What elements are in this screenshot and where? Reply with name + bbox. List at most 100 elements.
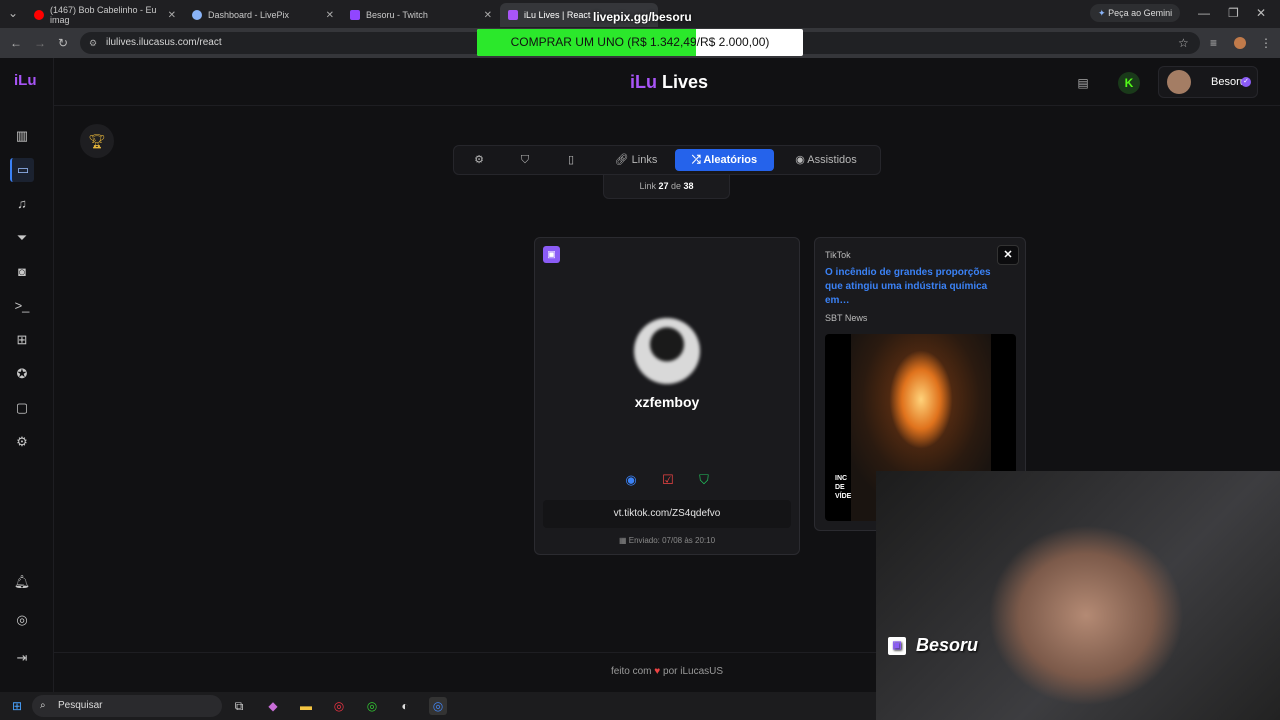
overlay-url: livepix.gg/besoru xyxy=(593,10,692,24)
minimize-icon[interactable]: — xyxy=(1198,5,1210,21)
browser-tab-youtube[interactable]: (1467) Bob Cabelinho - Eu imag ✕ xyxy=(26,3,184,27)
avatar xyxy=(634,318,700,384)
help-icon[interactable]: ◎ xyxy=(10,608,34,632)
tab-aleatorios-label: Aleatórios xyxy=(703,154,758,166)
twitch-favicon-icon xyxy=(350,10,360,20)
award-icon[interactable]: ✪ xyxy=(10,362,34,386)
tab-settings-gear-icon[interactable]: ⚙ xyxy=(468,149,490,171)
tab-links-label: Links xyxy=(631,154,658,166)
taskbar-search[interactable]: ⌕ Pesquisar xyxy=(32,695,222,717)
brand-logo: iLu Lives xyxy=(630,72,708,93)
webcam-name: ▣ Besoru xyxy=(888,635,978,656)
browser-tab-twitch[interactable]: Besoru - Twitch ✕ xyxy=(342,3,500,27)
tab-tablet-icon[interactable]: ▯ xyxy=(560,149,582,171)
file-explorer-icon[interactable]: ▬ xyxy=(297,697,315,715)
globe-favicon-icon xyxy=(192,10,202,20)
link-card: ▣ xzfemboy ◉ ☑ ⛉ vt.tiktok.com/ZS4qdefvo… xyxy=(534,237,800,555)
check-square-icon[interactable]: ☑ xyxy=(658,470,678,490)
counter-current: 27 xyxy=(658,181,669,191)
kick-icon[interactable]: K xyxy=(1118,72,1140,94)
avatar xyxy=(1167,70,1191,94)
obs-icon[interactable]: ◐ xyxy=(396,697,414,715)
chrome-icon[interactable]: ◎ xyxy=(363,697,381,715)
media-icon[interactable]: ≡ xyxy=(1210,35,1217,51)
profile-avatar-icon[interactable] xyxy=(1234,37,1246,49)
donation-goal-bar: COMPRAR UM UNO (R$ 1.342,49/R$ 2.000,00) xyxy=(477,29,803,56)
verified-badge-icon: ✓ xyxy=(1241,77,1251,87)
calendar-icon: ▦ xyxy=(618,536,627,545)
twitch-icon: ▣ xyxy=(543,246,560,263)
tab-shield-icon[interactable]: ⛉ xyxy=(514,149,536,171)
chrome-icon[interactable]: ◎ xyxy=(330,697,348,715)
brand-lives: Lives xyxy=(662,72,709,92)
user-menu[interactable]: Besoru ✓ xyxy=(1158,66,1258,98)
gift-icon[interactable]: ⊞ xyxy=(10,328,34,352)
copilot-icon[interactable]: ◆ xyxy=(264,697,282,715)
counter-total: 38 xyxy=(683,181,694,191)
video-caption: INC DE VÍDE xyxy=(835,475,852,500)
taskbar-search-label: Pesquisar xyxy=(58,700,103,711)
site-info-icon[interactable]: ⚙ xyxy=(89,32,97,54)
back-icon[interactable]: ← xyxy=(10,35,22,51)
webcam-overlay: ▣ Besoru xyxy=(876,471,1280,720)
gemini-icon: ✦ xyxy=(1098,8,1106,18)
preview-source: SBT News xyxy=(825,313,868,323)
bookmark-star-icon[interactable]: ☆ xyxy=(1178,35,1189,51)
monitor-icon[interactable]: ▭ xyxy=(10,158,34,182)
menu-icon[interactable]: ⋮ xyxy=(1260,35,1272,51)
message-icon[interactable]: ▢ xyxy=(10,396,34,420)
app-header: iLu Lives ▤ K Besoru ✓ xyxy=(54,58,1280,106)
browser-tab-livepix[interactable]: Dashboard - LivePix ✕ xyxy=(184,3,342,27)
footer-suffix: por iLucasUS xyxy=(663,666,724,677)
card-date: ▦ Enviado: 07/08 às 20:10 xyxy=(535,536,799,545)
notification-bell-icon[interactable]: 🔔︎ xyxy=(10,570,34,594)
eye-icon: ◉ xyxy=(795,154,805,166)
tab-search-icon[interactable]: ⌄ xyxy=(8,5,18,21)
forward-icon[interactable]: → xyxy=(34,35,46,51)
settings-icon[interactable]: ⚙ xyxy=(10,430,34,454)
search-icon: ⌕ xyxy=(40,700,46,711)
shuffle-icon: ⤮ xyxy=(691,154,701,166)
counter-sep: de xyxy=(671,181,682,191)
sidebar-logo[interactable]: iLu xyxy=(14,72,37,89)
card-date-text: Enviado: 07/08 às 20:10 xyxy=(628,536,716,545)
windows-start-icon[interactable]: ⊞ xyxy=(8,697,26,715)
url-text: ilulives.ilucasus.com/react xyxy=(106,37,222,48)
puzzle-icon[interactable]: ▤ xyxy=(1072,72,1094,94)
reload-icon[interactable]: ↻ xyxy=(58,35,68,51)
heart-icon: ♥ xyxy=(654,666,661,677)
close-icon[interactable]: ✕ xyxy=(168,10,176,21)
react-tabs: ⚙ ⛉ ▯ 🔗︎ Links ⤮ Aleatórios ◉ Assistidos xyxy=(453,145,881,175)
maximize-icon[interactable]: ❐ xyxy=(1228,5,1239,21)
terminal-icon[interactable]: >_ xyxy=(10,294,34,318)
footer-prefix: feito com xyxy=(610,666,652,677)
close-icon[interactable]: ✕ xyxy=(484,10,492,21)
counter-prefix: Link xyxy=(639,181,656,191)
chart-icon[interactable]: ▥ xyxy=(10,124,34,148)
tab-assistidos-label: Assistidos xyxy=(807,154,857,166)
tab-title: Besoru - Twitch xyxy=(366,10,428,20)
trophy-icon[interactable]: 🏆︎ xyxy=(80,124,114,158)
tab-assistidos[interactable]: ◉ Assistidos xyxy=(786,149,866,171)
card-link[interactable]: vt.tiktok.com/ZS4qdefvo xyxy=(543,500,791,528)
music-icon[interactable]: ♫ xyxy=(10,192,34,216)
gemini-button[interactable]: ✦ Peça ao Gemini xyxy=(1090,4,1181,22)
chrome-active-icon[interactable]: ◎ xyxy=(429,697,447,715)
close-window-icon[interactable]: ✕ xyxy=(1256,5,1266,21)
ilu-favicon-icon xyxy=(508,10,518,20)
close-icon[interactable]: ✕ xyxy=(326,10,334,21)
gemini-label: Peça ao Gemini xyxy=(1108,8,1173,18)
preview-title[interactable]: O incêndio de grandes proporções que ati… xyxy=(825,266,993,308)
close-icon[interactable]: ✕ xyxy=(997,245,1019,265)
camera-icon[interactable]: ◙ xyxy=(10,260,34,284)
tab-aleatorios[interactable]: ⤮ Aleatórios xyxy=(675,149,774,171)
tab-title: Dashboard - LivePix xyxy=(208,10,290,20)
link-icon: 🔗︎ xyxy=(614,154,629,166)
filter-icon[interactable]: ⏷ xyxy=(10,226,34,250)
donation-goal-label: COMPRAR UM UNO (R$ 1.342,49/R$ 2.000,00) xyxy=(510,35,770,49)
task-view-icon[interactable]: ⧉ xyxy=(230,697,248,715)
shield-icon[interactable]: ⛉ xyxy=(694,470,714,490)
eye-icon[interactable]: ◉ xyxy=(621,470,641,490)
logout-icon[interactable]: ⇥ xyxy=(10,646,34,670)
tab-links[interactable]: 🔗︎ Links xyxy=(604,149,668,171)
